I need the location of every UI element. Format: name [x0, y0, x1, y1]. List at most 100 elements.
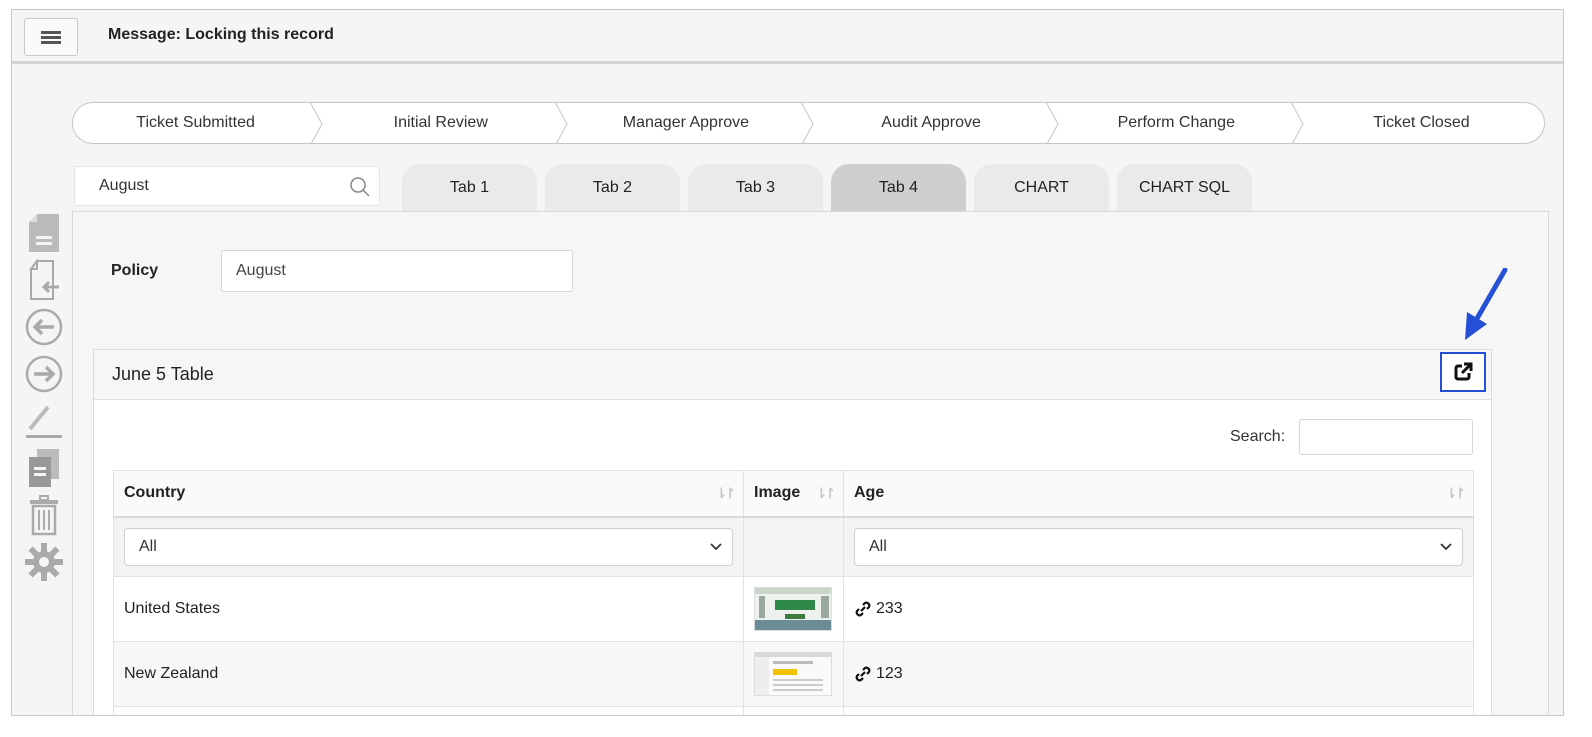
table-header-row: Country ⇂↾ Image ⇂↾ Age ⇂↾: [113, 470, 1474, 518]
step-label: Initial Review: [393, 114, 488, 131]
step-manager-approve[interactable]: Manager Approve: [563, 103, 814, 143]
country-filter-select[interactable]: All: [124, 527, 733, 566]
column-label: Age: [854, 484, 885, 502]
screenshot-thumbnail: [755, 653, 831, 695]
edit-button[interactable]: [24, 400, 64, 442]
next-record-button[interactable]: [24, 353, 64, 395]
document-icon: [29, 214, 59, 252]
step-separator: [800, 103, 814, 143]
tab-1[interactable]: Tab 1: [402, 164, 537, 212]
filter-row: All All: [113, 516, 1474, 577]
menu-icon: [41, 29, 61, 46]
copy-button[interactable]: [24, 447, 64, 489]
card-title: June 5 Table: [112, 364, 214, 384]
tab-chart-sql[interactable]: CHART SQL: [1117, 164, 1252, 212]
record-search-input[interactable]: [97, 176, 337, 196]
step-label: Perform Change: [1117, 114, 1235, 131]
column-label: Image: [754, 484, 801, 502]
document-import-icon: [29, 259, 59, 300]
country-cell: [113, 706, 744, 715]
tab-2[interactable]: Tab 2: [545, 164, 680, 212]
table-row[interactable]: United States 233: [113, 576, 1474, 642]
sort-icon: ⇂↾: [815, 485, 837, 501]
data-table: Country ⇂↾ Image ⇂↾ Age ⇂↾ All All Unite…: [113, 470, 1474, 715]
step-label: Manager Approve: [622, 114, 750, 131]
tab-chart[interactable]: CHART: [974, 164, 1109, 212]
image-cell: [743, 641, 844, 707]
gear-icon: [25, 543, 63, 581]
record-search: [74, 166, 380, 206]
step-separator: [555, 103, 568, 143]
table-card: June 5 Table Search: Country ⇂↾ Image ⇂↾…: [93, 349, 1492, 715]
app-window: Message: Locking this record Ticket Subm…: [11, 9, 1564, 716]
hamburger-menu-button[interactable]: [24, 18, 78, 56]
image-cell: [743, 576, 844, 642]
table-row[interactable]: [113, 706, 1474, 715]
trash-icon: [30, 495, 58, 536]
card-header: June 5 Table: [94, 350, 1491, 400]
age-cell: [843, 706, 1474, 715]
tab-3[interactable]: Tab 3: [688, 164, 823, 212]
tab-bar: Tab 1 Tab 2 Tab 3 Tab 4 CHART CHART SQL: [402, 164, 1252, 212]
age-cell: 233: [843, 576, 1474, 642]
step-label: Ticket Submitted: [136, 114, 255, 131]
tab-4[interactable]: Tab 4: [831, 164, 966, 212]
filter-cell: [743, 516, 844, 577]
pencil-icon: [26, 405, 62, 438]
annotation-arrow: [1465, 268, 1508, 340]
sort-icon: ⇂↾: [715, 485, 737, 501]
column-header-age[interactable]: Age ⇂↾: [843, 470, 1474, 518]
thumbnail-image[interactable]: [754, 652, 832, 696]
select-value: All: [139, 537, 157, 555]
step-label: Ticket Closed: [1373, 114, 1470, 131]
country-cell: United States: [113, 576, 744, 642]
table-row[interactable]: New Zealand 123: [113, 641, 1474, 707]
step-ticket-submitted[interactable]: Ticket Submitted: [73, 103, 323, 143]
workflow-steps: Ticket Submitted Initial Review Manager …: [72, 102, 1545, 144]
status-message: Message: Locking this record: [108, 26, 334, 43]
step-separator: [310, 103, 323, 143]
link-icon[interactable]: [854, 665, 872, 683]
screenshot-thumbnail: [755, 588, 831, 630]
age-filter-select[interactable]: All: [854, 527, 1463, 566]
age-value: 123: [876, 665, 903, 682]
search-icon[interactable]: [349, 176, 371, 198]
left-toolbar: [24, 212, 64, 583]
step-audit-approve[interactable]: Audit Approve: [809, 103, 1059, 143]
previous-record-button[interactable]: [24, 306, 64, 348]
filter-cell: All: [113, 516, 744, 577]
chevron-down-icon: [710, 543, 722, 551]
arrow-left-circle-icon: [25, 308, 63, 346]
age-cell: 123: [843, 641, 1474, 707]
table-search-label: Search:: [1230, 428, 1286, 445]
thumbnail-image[interactable]: [754, 587, 832, 631]
delete-button[interactable]: [24, 494, 64, 536]
column-header-country[interactable]: Country ⇂↾: [113, 470, 744, 518]
tab-content-panel: Policy June 5 Table Search:: [72, 211, 1549, 715]
sort-icon: ⇂↾: [1445, 485, 1467, 501]
step-ticket-closed[interactable]: Ticket Closed: [1299, 103, 1544, 143]
select-value: All: [869, 537, 887, 555]
popout-button[interactable]: [1440, 352, 1486, 392]
step-perform-change[interactable]: Perform Change: [1054, 103, 1304, 143]
filter-cell: All: [843, 516, 1474, 577]
table-search-input[interactable]: [1299, 419, 1473, 455]
age-value: 233: [876, 600, 903, 617]
top-bar: Message: Locking this record: [12, 10, 1563, 64]
country-cell: New Zealand: [113, 641, 744, 707]
step-initial-review[interactable]: Initial Review: [318, 103, 568, 143]
external-link-icon: [1454, 362, 1473, 381]
copy-icon: [29, 449, 59, 487]
policy-label: Policy: [111, 262, 159, 279]
new-document-button[interactable]: [24, 212, 64, 254]
link-icon[interactable]: [854, 600, 872, 618]
column-label: Country: [124, 484, 186, 502]
arrow-right-circle-icon: [25, 355, 63, 393]
chevron-down-icon: [1440, 543, 1452, 551]
column-header-image[interactable]: Image ⇂↾: [743, 470, 844, 518]
settings-button[interactable]: [24, 541, 64, 583]
policy-input[interactable]: [221, 250, 573, 292]
import-document-button[interactable]: [24, 259, 64, 301]
step-label: Audit Approve: [881, 114, 981, 131]
step-separator: [1045, 103, 1059, 143]
